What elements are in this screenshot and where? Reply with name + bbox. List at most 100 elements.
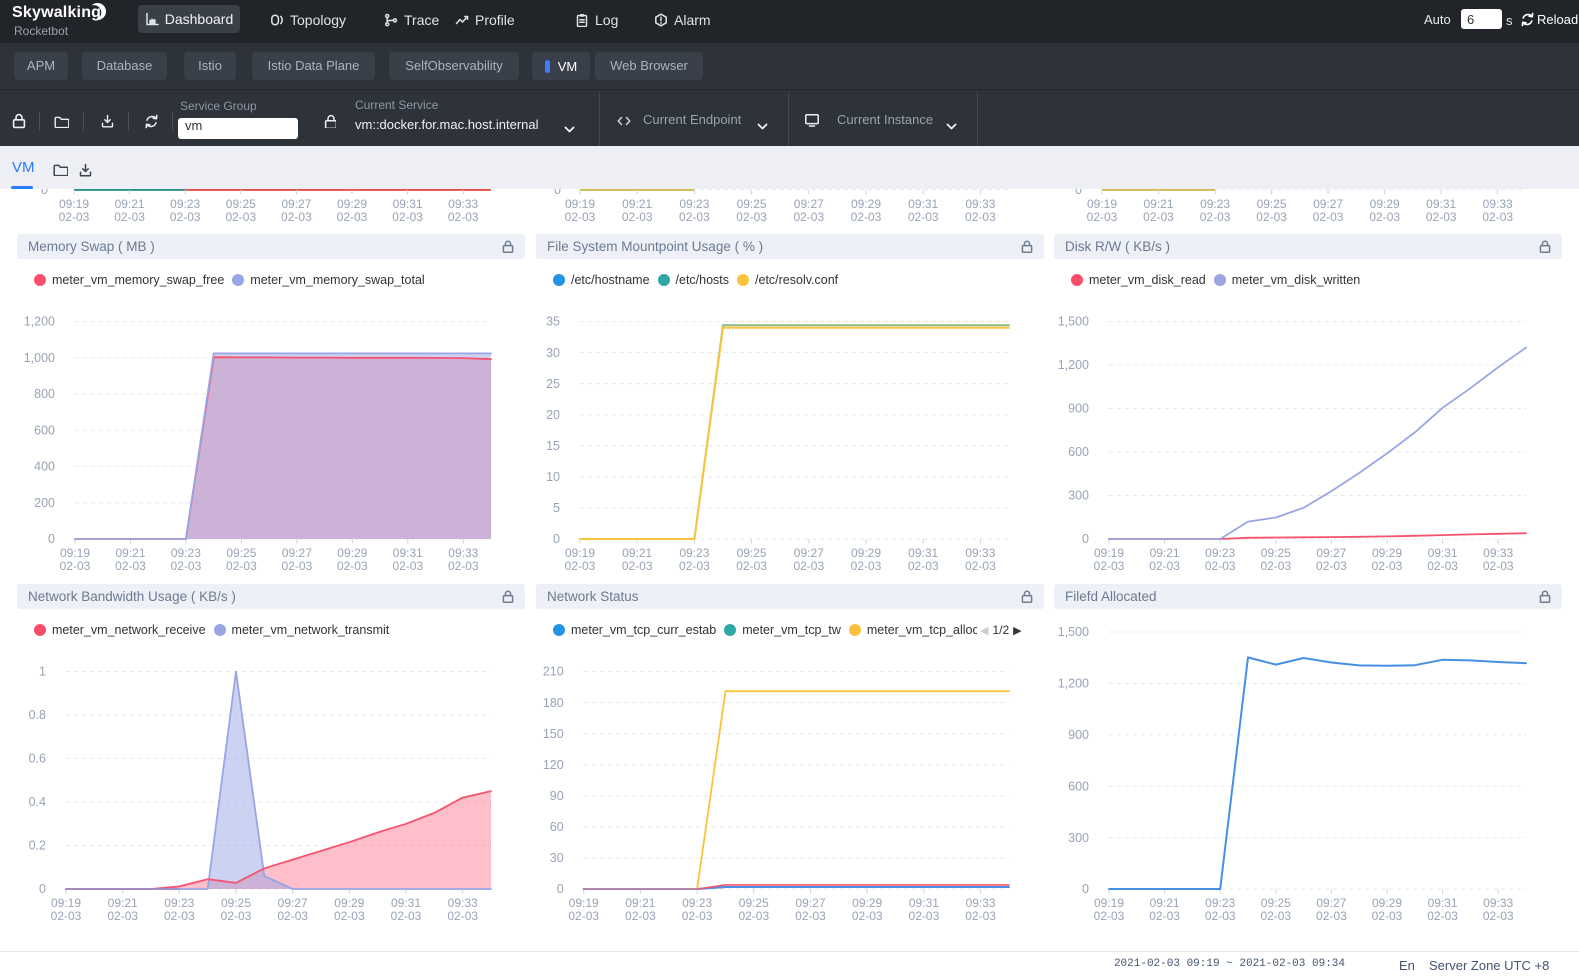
svg-text:02-03: 02-03 [679,559,710,573]
svg-text:02-03: 02-03 [59,210,90,224]
svg-text:09:21: 09:21 [108,896,138,910]
svg-text:09:31: 09:31 [908,197,938,211]
svg-text:02-03: 02-03 [277,909,308,923]
svg-text:02-03: 02-03 [908,210,939,224]
svg-text:600: 600 [1068,779,1089,793]
svg-text:30: 30 [546,346,560,360]
svg-text:09:33: 09:33 [1483,896,1513,910]
svg-text:02-03: 02-03 [679,210,710,224]
svg-text:09:27: 09:27 [281,197,311,211]
svg-text:09:27: 09:27 [795,896,825,910]
svg-text:09:25: 09:25 [221,896,251,910]
svg-text:02-03: 02-03 [170,210,201,224]
svg-text:09:31: 09:31 [909,896,939,910]
svg-text:09:33: 09:33 [1483,546,1513,560]
svg-text:600: 600 [1068,445,1089,459]
svg-text:09:21: 09:21 [625,896,655,910]
svg-text:02-03: 02-03 [793,559,824,573]
svg-text:09:21: 09:21 [115,546,145,560]
svg-text:09:33: 09:33 [965,197,995,211]
svg-text:180: 180 [543,696,564,710]
svg-text:09:19: 09:19 [60,546,90,560]
svg-text:02-03: 02-03 [1094,909,1125,923]
svg-text:02-03: 02-03 [1149,909,1180,923]
svg-text:800: 800 [34,387,55,401]
svg-text:09:21: 09:21 [622,546,652,560]
svg-text:02-03: 02-03 [392,559,423,573]
svg-text:09:29: 09:29 [337,546,367,560]
svg-text:02-03: 02-03 [965,559,996,573]
svg-text:09:27: 09:27 [1313,197,1343,211]
svg-text:0: 0 [553,532,560,546]
svg-text:02-03: 02-03 [622,210,653,224]
svg-text:02-03: 02-03 [1205,909,1236,923]
svg-text:150: 150 [543,727,564,741]
svg-text:02-03: 02-03 [851,559,882,573]
svg-text:09:25: 09:25 [739,896,769,910]
svg-text:02-03: 02-03 [447,909,478,923]
svg-text:09:25: 09:25 [1261,896,1291,910]
svg-text:02-03: 02-03 [851,210,882,224]
svg-text:0: 0 [39,882,46,896]
svg-text:09:23: 09:23 [679,197,709,211]
svg-text:02-03: 02-03 [226,559,257,573]
svg-text:09:31: 09:31 [391,896,421,910]
svg-text:210: 210 [543,665,564,679]
svg-text:09:33: 09:33 [965,546,995,560]
svg-text:02-03: 02-03 [1426,210,1457,224]
svg-text:09:33: 09:33 [1483,197,1513,211]
svg-text:09:27: 09:27 [794,197,824,211]
svg-text:09:23: 09:23 [679,546,709,560]
svg-text:09:29: 09:29 [851,546,881,560]
svg-text:02-03: 02-03 [334,909,365,923]
svg-text:09:23: 09:23 [1205,546,1235,560]
svg-text:90: 90 [550,789,564,803]
svg-text:02-03: 02-03 [1260,559,1291,573]
svg-text:09:27: 09:27 [794,546,824,560]
svg-text:0.2: 0.2 [29,839,46,853]
svg-text:02-03: 02-03 [1427,559,1458,573]
svg-text:02-03: 02-03 [622,559,653,573]
svg-text:09:33: 09:33 [448,197,478,211]
svg-text:02-03: 02-03 [1143,210,1174,224]
svg-text:0: 0 [1082,532,1089,546]
svg-text:0.6: 0.6 [29,752,46,766]
svg-text:120: 120 [543,758,564,772]
svg-text:02-03: 02-03 [965,210,996,224]
svg-text:09:19: 09:19 [569,896,599,910]
svg-text:09:25: 09:25 [1261,546,1291,560]
svg-text:5: 5 [553,501,560,515]
svg-text:02-03: 02-03 [1256,210,1287,224]
svg-text:02-03: 02-03 [1087,210,1118,224]
svg-text:02-03: 02-03 [625,909,656,923]
svg-text:02-03: 02-03 [282,559,313,573]
svg-text:0: 0 [48,532,55,546]
svg-text:0.4: 0.4 [29,795,46,809]
svg-text:02-03: 02-03 [1094,559,1125,573]
svg-text:02-03: 02-03 [1316,559,1347,573]
svg-text:09:33: 09:33 [966,896,996,910]
svg-text:02-03: 02-03 [965,909,996,923]
svg-text:02-03: 02-03 [448,559,479,573]
svg-text:09:29: 09:29 [337,197,367,211]
svg-text:02-03: 02-03 [392,210,423,224]
svg-text:09:21: 09:21 [1143,197,1173,211]
svg-text:10: 10 [546,470,560,484]
svg-text:09:29: 09:29 [334,896,364,910]
svg-text:09:33: 09:33 [448,896,478,910]
svg-text:09:19: 09:19 [565,197,595,211]
svg-text:09:23: 09:23 [171,546,201,560]
svg-text:09:19: 09:19 [1094,546,1124,560]
svg-text:02-03: 02-03 [337,559,368,573]
svg-text:02-03: 02-03 [909,909,940,923]
svg-text:09:25: 09:25 [737,197,767,211]
svg-text:09:31: 09:31 [393,197,423,211]
svg-text:02-03: 02-03 [51,909,82,923]
svg-text:02-03: 02-03 [221,909,252,923]
svg-text:02-03: 02-03 [738,909,769,923]
svg-text:02-03: 02-03 [568,909,599,923]
svg-text:09:19: 09:19 [59,197,89,211]
svg-text:02-03: 02-03 [565,210,596,224]
svg-text:09:23: 09:23 [1200,197,1230,211]
svg-text:09:27: 09:27 [1316,896,1346,910]
